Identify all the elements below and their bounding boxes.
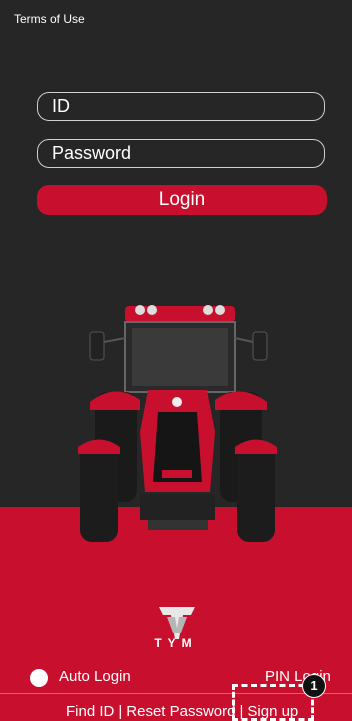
brand-name: TYM xyxy=(154,636,198,650)
auto-login-label[interactable]: Auto Login xyxy=(59,668,131,685)
reset-password-link[interactable]: Reset Password xyxy=(126,703,235,720)
id-input[interactable]: ID xyxy=(37,92,325,121)
password-input[interactable]: Password xyxy=(37,139,325,168)
separator: | xyxy=(118,703,123,720)
find-id-link[interactable]: Find ID xyxy=(66,703,114,720)
annotation-marker: 1 xyxy=(302,674,326,698)
login-button[interactable]: Login xyxy=(37,185,327,215)
tractor-image xyxy=(78,305,277,542)
login-screen: Terms of Use ID Password Login TYM Auto … xyxy=(0,0,352,721)
terms-of-use-link[interactable]: Terms of Use xyxy=(14,12,85,26)
auto-login-radio[interactable] xyxy=(30,669,48,687)
